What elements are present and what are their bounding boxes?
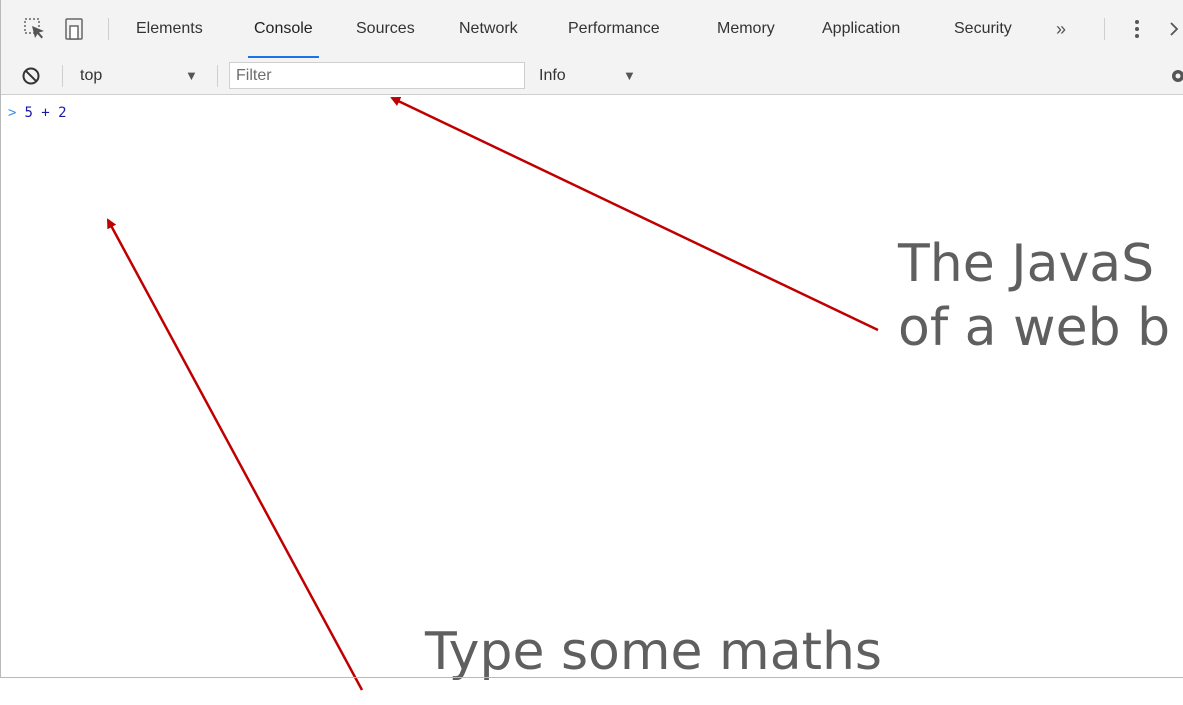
annotation-bottom: Type some maths [425, 620, 882, 684]
annotation-top-line1: The JavaS [898, 234, 1155, 294]
window-left-border [0, 0, 1, 678]
arrow-to-console [106, 218, 364, 691]
arrow-to-filter [390, 96, 879, 332]
annotation-top: The JavaS of a web b [898, 232, 1170, 360]
annotation-bottom-line1: Type some maths [425, 622, 883, 682]
annotation-top-line2: of a web b [898, 298, 1171, 358]
window-bottom-border [0, 677, 1183, 678]
